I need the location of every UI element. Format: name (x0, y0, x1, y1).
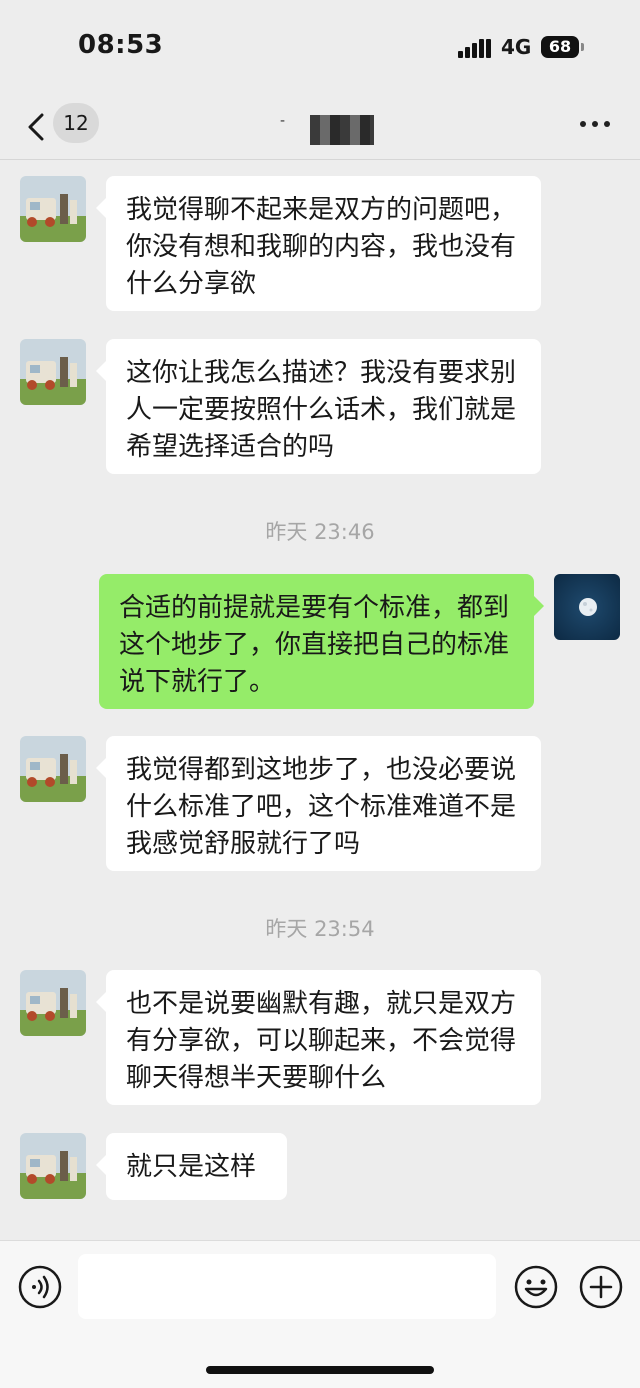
emoji-icon[interactable] (514, 1265, 558, 1309)
status-time: 08:53 (78, 30, 164, 60)
chat-header: 12 - (0, 95, 640, 160)
unread-count-badge[interactable]: 12 (53, 103, 99, 143)
contact-avatar[interactable] (20, 339, 86, 405)
redacted-name (310, 115, 374, 145)
plus-icon[interactable] (579, 1265, 623, 1309)
message-input[interactable] (78, 1254, 496, 1319)
voice-icon[interactable] (18, 1265, 62, 1309)
signal-icon (458, 38, 492, 58)
message-bubble-incoming[interactable]: 我觉得都到这地步了，也没必要说什么标准了吧，这个标准难道不是我感觉舒服就行了吗 (96, 736, 541, 871)
message-bubble-outgoing[interactable]: 合适的前提就是要有个标准，都到这个地步了，你直接把自己的标准说下就行了。 (99, 574, 544, 709)
message-bubble-incoming[interactable]: 这你让我怎么描述？我没有要求别人一定要按照什么话术，我们就是希望选择适合的吗 (96, 339, 541, 474)
battery-icon: 68 (541, 36, 579, 58)
contact-avatar[interactable] (20, 176, 86, 242)
timestamp: 昨天 23:54 (265, 917, 375, 941)
contact-avatar[interactable] (20, 970, 86, 1036)
my-avatar[interactable] (554, 574, 620, 640)
chat-title: - (280, 109, 380, 145)
status-bar: 08:53 4G 68 (0, 0, 640, 95)
contact-avatar[interactable] (20, 736, 86, 802)
network-type: 4G (501, 35, 532, 59)
message-bubble-incoming[interactable]: 就只是这样 (96, 1133, 287, 1200)
message-bubble-incoming[interactable]: 我觉得聊不起来是双方的问题吧，你没有想和我聊的内容，我也没有什么分享欲 (96, 176, 541, 311)
home-indicator (206, 1366, 434, 1374)
battery-cap (581, 43, 584, 51)
message-bubble-incoming[interactable]: 也不是说要幽默有趣，就只是双方有分享欲，可以聊起来，不会觉得聊天得想半天要聊什么 (96, 970, 541, 1105)
timestamp: 昨天 23:46 (265, 520, 375, 544)
more-dots-icon[interactable] (578, 113, 612, 129)
input-bar (0, 1240, 640, 1388)
title-prefix: - (280, 113, 286, 129)
contact-avatar[interactable] (20, 1133, 86, 1199)
